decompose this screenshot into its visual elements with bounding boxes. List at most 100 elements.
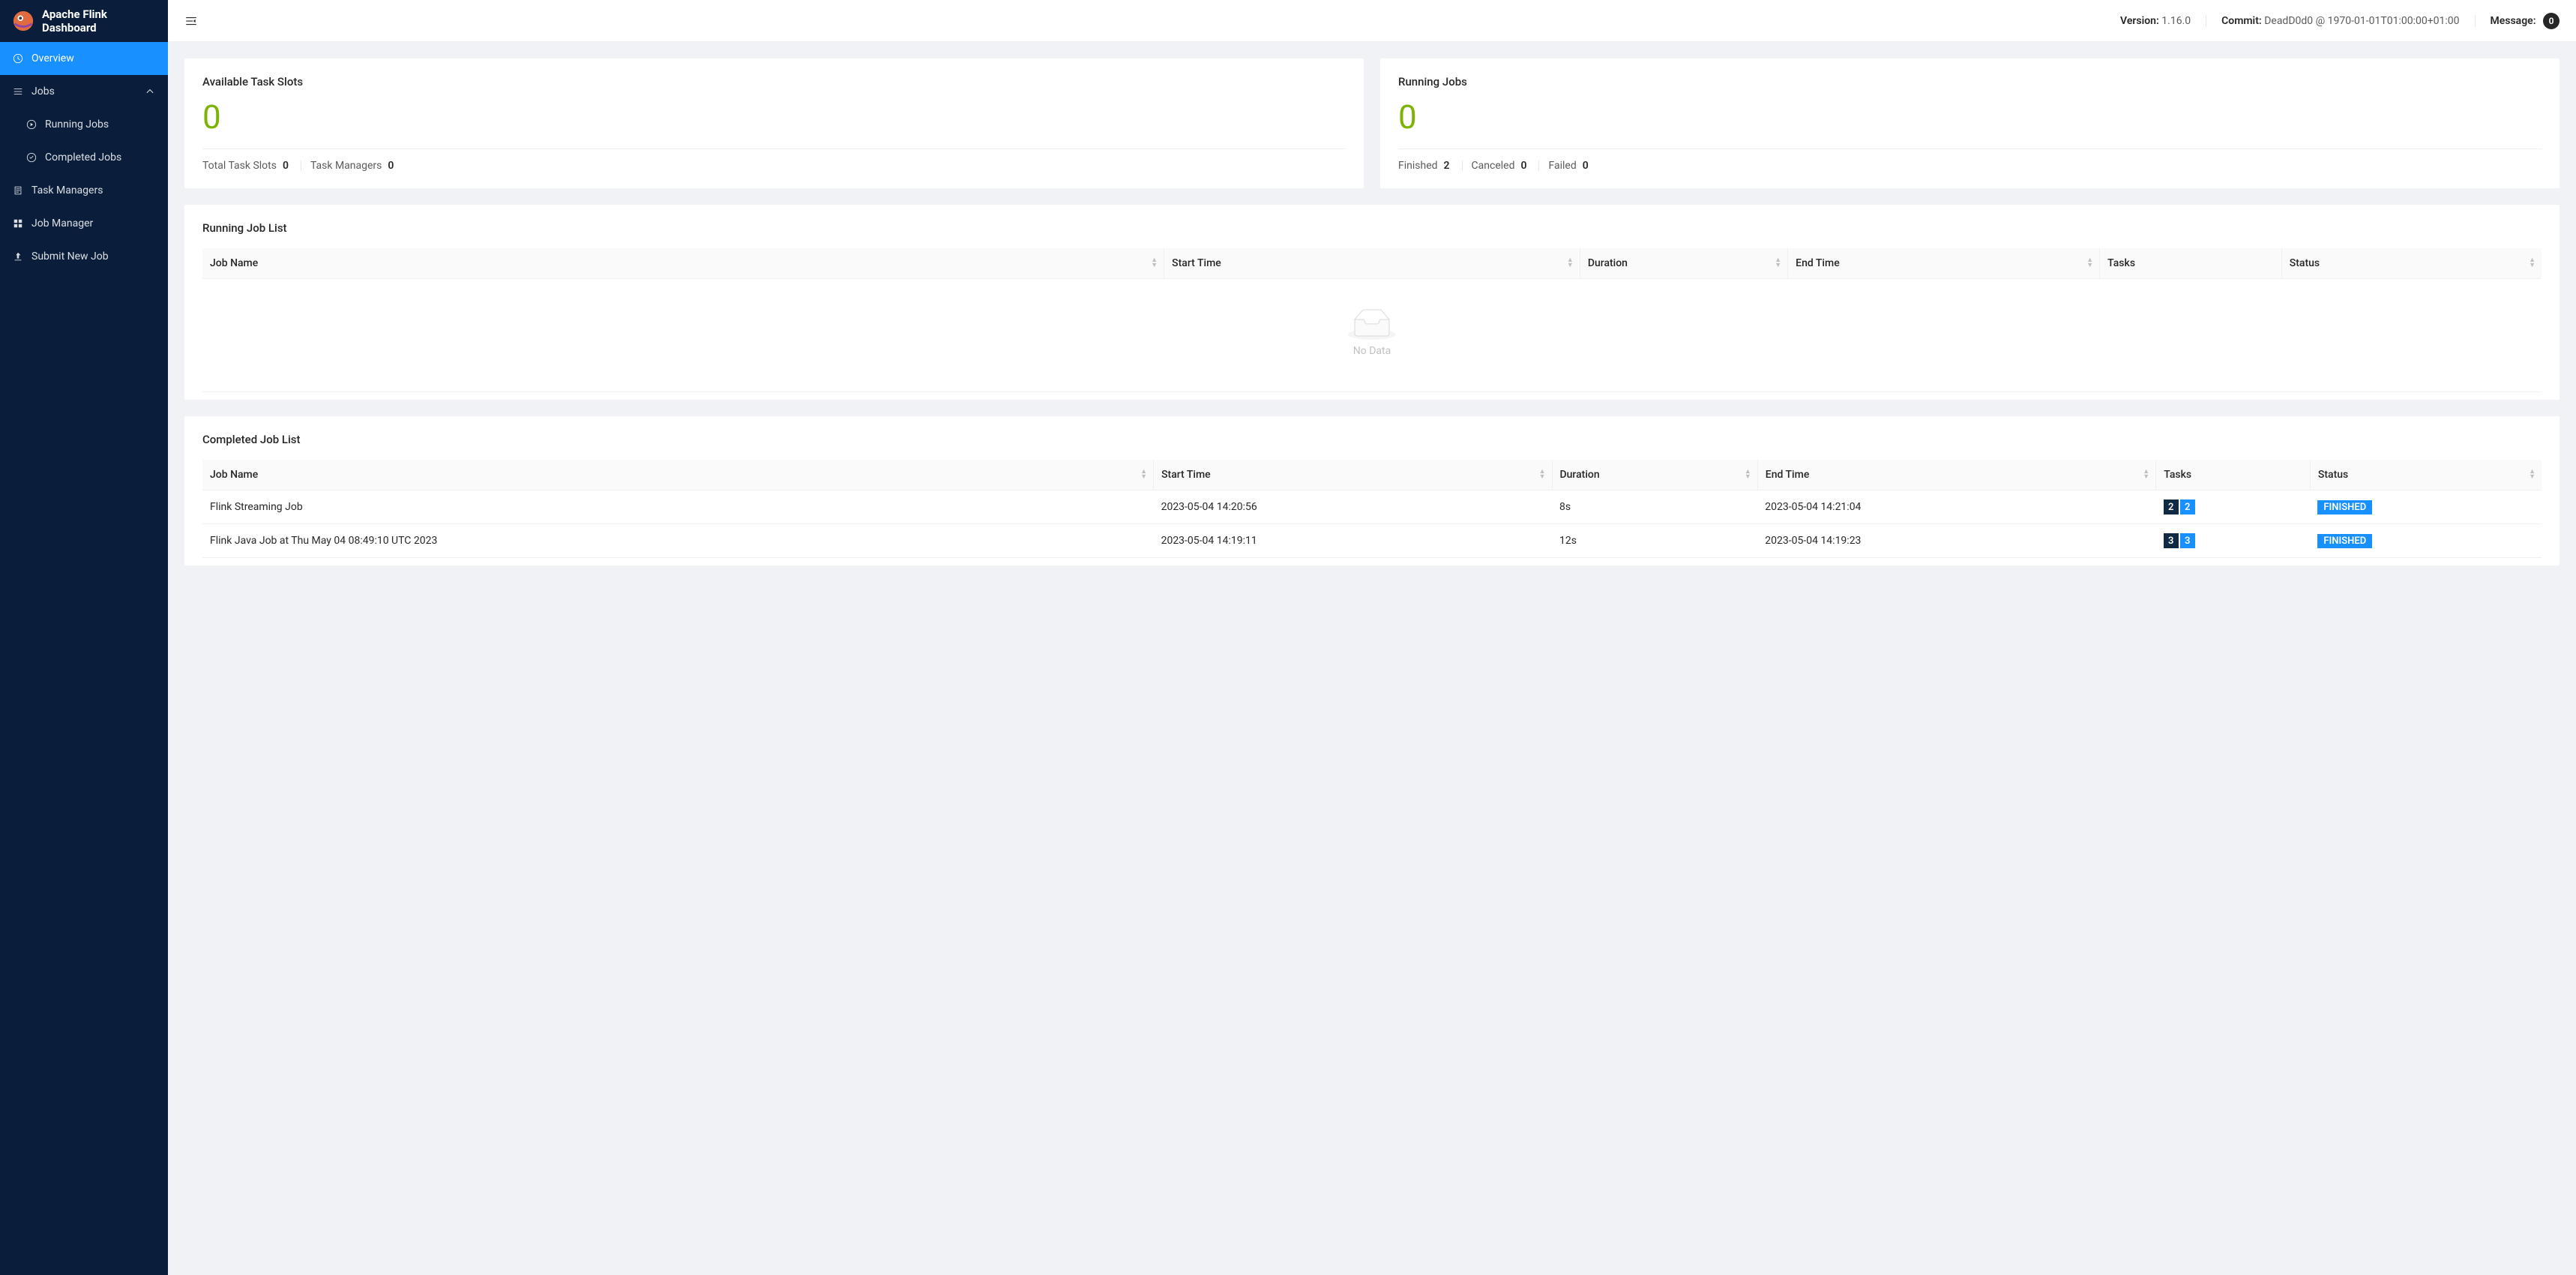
- sidebar: Apache Flink Dashboard Overview Jobs: [0, 0, 168, 1275]
- cell-status: FINISHED: [2310, 490, 2542, 524]
- cell-start-time: 2023-05-04 14:20:56: [1154, 490, 1552, 524]
- completed-jobs-table: Job Name▲▼ Start Time▲▼ Duration▲▼ End T…: [202, 460, 2542, 558]
- stat-value: 0: [1583, 160, 1589, 172]
- stat-value: 0: [283, 160, 289, 172]
- sidebar-label: Overview: [31, 52, 74, 64]
- cell-tasks: 22: [2156, 490, 2311, 524]
- task-badge-finished: 2: [2180, 500, 2195, 514]
- sort-icon: ▲▼: [1775, 258, 1781, 268]
- card-available-task-slots: Available Task Slots 0 Total Task Slots …: [184, 58, 1364, 188]
- sidebar-label: Jobs: [31, 86, 55, 98]
- sort-icon: ▲▼: [2529, 258, 2536, 268]
- cell-status: FINISHED: [2310, 524, 2542, 558]
- stat-label: Canceled: [1472, 160, 1515, 172]
- col-job-name[interactable]: Job Name▲▼: [202, 460, 1154, 490]
- sidebar-item-job-manager[interactable]: Job Manager: [0, 207, 168, 240]
- empty-state: No Data: [202, 279, 2542, 392]
- sidebar-item-completed-jobs[interactable]: Completed Jobs: [0, 141, 168, 174]
- col-end-time[interactable]: End Time▲▼: [1788, 248, 2100, 279]
- message-count-badge[interactable]: 0: [2543, 13, 2560, 29]
- sort-icon: ▲▼: [1567, 258, 1574, 268]
- task-badge-total: 3: [2164, 533, 2179, 548]
- card-running-jobs: Running Jobs 0 Finished 2 Canceled 0 Fai…: [1380, 58, 2560, 188]
- sort-icon: ▲▼: [1539, 470, 1546, 480]
- stat-label: Failed: [1548, 160, 1576, 172]
- sort-icon: ▲▼: [2143, 470, 2149, 480]
- table-row[interactable]: Flink Java Job at Thu May 04 08:49:10 UT…: [202, 524, 2542, 558]
- stat-label: Finished: [1398, 160, 1438, 172]
- divider: [1462, 160, 1463, 171]
- sort-icon: ▲▼: [1151, 258, 1158, 268]
- sidebar-toggle-button[interactable]: [184, 14, 198, 28]
- sidebar-header: Apache Flink Dashboard: [0, 0, 168, 42]
- empty-inbox-icon: [1348, 309, 1396, 339]
- status-badge: FINISHED: [2317, 534, 2372, 548]
- card-title: Running Jobs: [1398, 75, 2542, 88]
- dashboard-icon: [12, 52, 24, 64]
- empty-text: No Data: [202, 345, 2542, 357]
- running-jobs-table: Job Name▲▼ Start Time▲▼ Duration▲▼ End T…: [202, 248, 2542, 279]
- card-title: Available Task Slots: [202, 75, 1346, 88]
- sort-icon: ▲▼: [1745, 470, 1751, 480]
- col-status[interactable]: Status▲▼: [2281, 248, 2542, 279]
- bars-icon: [12, 86, 24, 98]
- status-badge: FINISHED: [2317, 500, 2372, 514]
- col-duration[interactable]: Duration▲▼: [1580, 248, 1787, 279]
- task-badge-finished: 3: [2180, 533, 2195, 548]
- cell-job-name: Flink Java Job at Thu May 04 08:49:10 UT…: [202, 524, 1154, 558]
- sidebar-label: Task Managers: [31, 184, 103, 196]
- panel-running-job-list: Running Job List Job Name▲▼ Start Time▲▼…: [184, 205, 2560, 400]
- stat-value: 0: [388, 160, 394, 172]
- sidebar-item-running-jobs[interactable]: Running Jobs: [0, 108, 168, 141]
- sidebar-label: Submit New Job: [31, 250, 109, 262]
- sidebar-item-submit-new-job[interactable]: Submit New Job: [0, 240, 168, 273]
- upload-icon: [12, 250, 24, 262]
- stat-value: 2: [1444, 160, 1450, 172]
- cell-duration: 8s: [1552, 490, 1757, 524]
- sidebar-item-overview[interactable]: Overview: [0, 42, 168, 75]
- col-tasks[interactable]: Tasks: [2156, 460, 2311, 490]
- panel-title: Running Job List: [202, 221, 2542, 235]
- build-icon: [12, 218, 24, 230]
- panel-title: Completed Job List: [202, 433, 2542, 446]
- stat-label: Task Managers: [310, 160, 382, 172]
- panel-completed-job-list: Completed Job List Job Name▲▼ Start Time…: [184, 416, 2560, 566]
- cell-job-name: Flink Streaming Job: [202, 490, 1154, 524]
- commit-info: Commit: DeadD0d0 @ 1970-01-01T01:00:00+0…: [2221, 15, 2459, 27]
- play-circle-icon: [25, 118, 37, 130]
- available-slots-value: 0: [202, 98, 1346, 149]
- divider: [2475, 15, 2476, 27]
- chevron-up-icon: [144, 86, 156, 98]
- sort-icon: ▲▼: [2086, 258, 2093, 268]
- cell-duration: 12s: [1552, 524, 1757, 558]
- sidebar-label: Completed Jobs: [45, 152, 121, 164]
- cell-end-time: 2023-05-04 14:19:23: [1757, 524, 2155, 558]
- check-circle-icon: [25, 152, 37, 164]
- table-row[interactable]: Flink Streaming Job2023-05-04 14:20:568s…: [202, 490, 2542, 524]
- message-info: Message: 0: [2491, 13, 2560, 29]
- col-start-time[interactable]: Start Time▲▼: [1164, 248, 1580, 279]
- app-title: Apache Flink Dashboard: [42, 8, 156, 34]
- version-info: Version: 1.16.0: [2120, 15, 2191, 27]
- flink-logo-icon: [12, 10, 34, 32]
- stat-label: Total Task Slots: [202, 160, 277, 172]
- cell-start-time: 2023-05-04 14:19:11: [1154, 524, 1552, 558]
- col-start-time[interactable]: Start Time▲▼: [1154, 460, 1552, 490]
- col-end-time[interactable]: End Time▲▼: [1757, 460, 2155, 490]
- col-status[interactable]: Status▲▼: [2310, 460, 2542, 490]
- cell-tasks: 33: [2156, 524, 2311, 558]
- topbar: Version: 1.16.0 Commit: DeadD0d0 @ 1970-…: [168, 0, 2576, 42]
- divider: [1538, 160, 1539, 171]
- sidebar-item-jobs[interactable]: Jobs: [0, 75, 168, 108]
- sidebar-item-task-managers[interactable]: Task Managers: [0, 174, 168, 207]
- stat-value: 0: [1520, 160, 1526, 172]
- col-job-name[interactable]: Job Name▲▼: [202, 248, 1164, 279]
- schedule-icon: [12, 184, 24, 196]
- cell-end-time: 2023-05-04 14:21:04: [1757, 490, 2155, 524]
- col-duration[interactable]: Duration▲▼: [1552, 460, 1757, 490]
- col-tasks[interactable]: Tasks: [2100, 248, 2282, 279]
- sidebar-label: Running Jobs: [45, 118, 109, 130]
- task-badge-total: 2: [2164, 500, 2179, 514]
- sort-icon: ▲▼: [1140, 470, 1147, 480]
- sort-icon: ▲▼: [2529, 470, 2536, 480]
